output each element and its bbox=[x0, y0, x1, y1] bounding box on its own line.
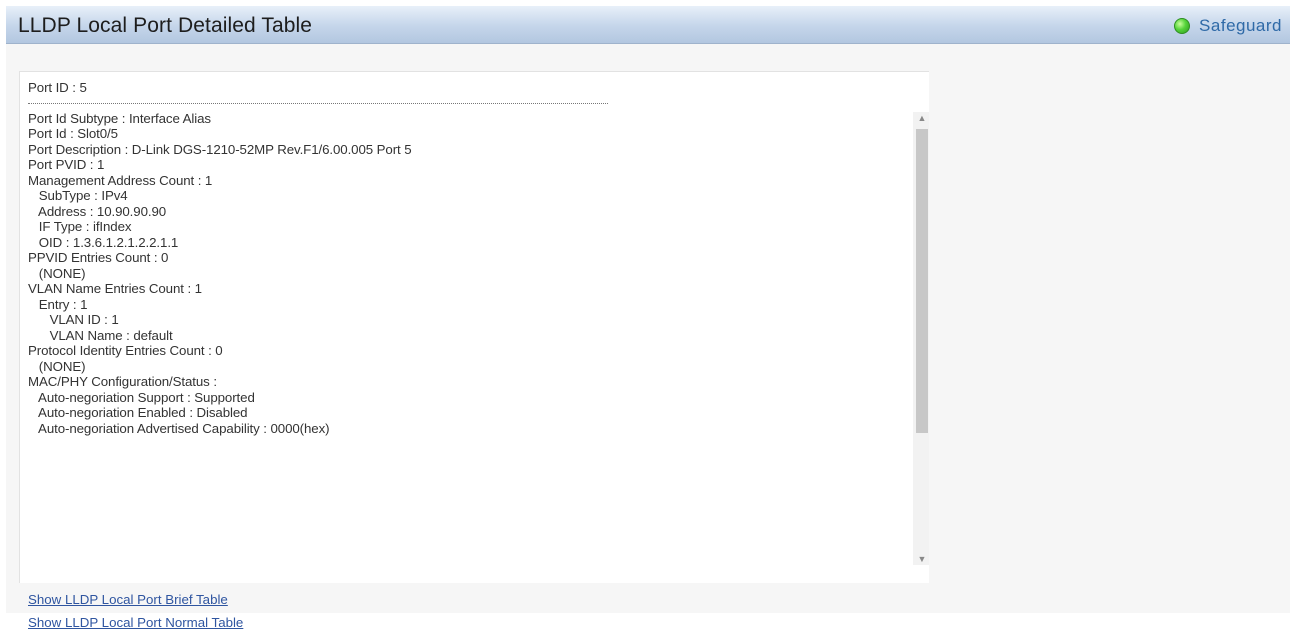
detail-line: Management Address Count : 1 bbox=[28, 172, 213, 188]
arrow-up-icon[interactable]: ▲ bbox=[913, 112, 929, 124]
detail-line: Port PVID : 1 bbox=[28, 157, 105, 172]
detail-textarea[interactable]: Port ID : 5 Port Id Subtype : Interface A… bbox=[19, 71, 929, 583]
detail-line: Address : 10.90.90.90 bbox=[28, 203, 167, 219]
detail-line: PPVID Entries Count : 0 bbox=[28, 250, 169, 265]
detail-line: IF Type : ifIndex bbox=[28, 219, 132, 234]
detail-line: MAC/PHY Configuration/Status : bbox=[28, 374, 217, 389]
table-links: Show LLDP Local Port Brief Table Show LL… bbox=[28, 592, 243, 638]
vertical-scroll-thumb[interactable] bbox=[916, 129, 928, 433]
separator-line bbox=[28, 102, 608, 104]
detail-text: Port ID : 5 Port Id Subtype : Interface A… bbox=[28, 80, 608, 436]
detail-line: Port Description : D-Link DGS-1210-52MP … bbox=[28, 141, 412, 157]
page-header: LLDP Local Port Detailed Table Safeguard bbox=[6, 6, 1290, 44]
detail-line: Auto-negoriation Advertised Capability :… bbox=[28, 420, 330, 436]
arrow-down-icon[interactable]: ▼ bbox=[913, 553, 929, 565]
show-normal-table-link[interactable]: Show LLDP Local Port Normal Table bbox=[28, 615, 243, 631]
green-led-icon bbox=[1174, 18, 1191, 34]
safeguard-label: Safeguard bbox=[1199, 16, 1282, 35]
detail-line: Protocol Identity Entries Count : 0 bbox=[28, 343, 223, 358]
detail-line: VLAN ID : 1 bbox=[28, 312, 119, 327]
detail-line: VLAN Name Entries Count : 1 bbox=[28, 281, 202, 296]
content-area: Port ID : 5 Port Id Subtype : Interface A… bbox=[6, 44, 1290, 630]
detail-line: (NONE) bbox=[28, 358, 86, 374]
detail-line: Auto-negoriation Support : Supported bbox=[28, 389, 255, 405]
detail-line: VLAN Name : default bbox=[28, 327, 173, 343]
detail-line: Port Id : Slot0/5 bbox=[28, 126, 118, 141]
detail-line: (NONE) bbox=[28, 265, 86, 281]
vertical-scrollbar[interactable]: ▲ ▼ bbox=[913, 112, 929, 565]
page: LLDP Local Port Detailed Table Safeguard… bbox=[0, 0, 1290, 630]
detail-line: SubType : IPv4 bbox=[28, 188, 128, 203]
detail-line: Entry : 1 bbox=[28, 296, 88, 312]
detail-line: Port ID : 5 bbox=[28, 80, 87, 95]
safeguard-status: Safeguard bbox=[1174, 16, 1282, 36]
detail-line: OID : 1.3.6.1.2.1.2.2.1.1 bbox=[28, 234, 179, 250]
detail-line: Port Id Subtype : Interface Alias bbox=[28, 110, 211, 126]
show-brief-table-link[interactable]: Show LLDP Local Port Brief Table bbox=[28, 592, 243, 608]
detail-line: Auto-negoriation Enabled : Disabled bbox=[28, 405, 248, 420]
page-title: LLDP Local Port Detailed Table bbox=[18, 14, 313, 37]
